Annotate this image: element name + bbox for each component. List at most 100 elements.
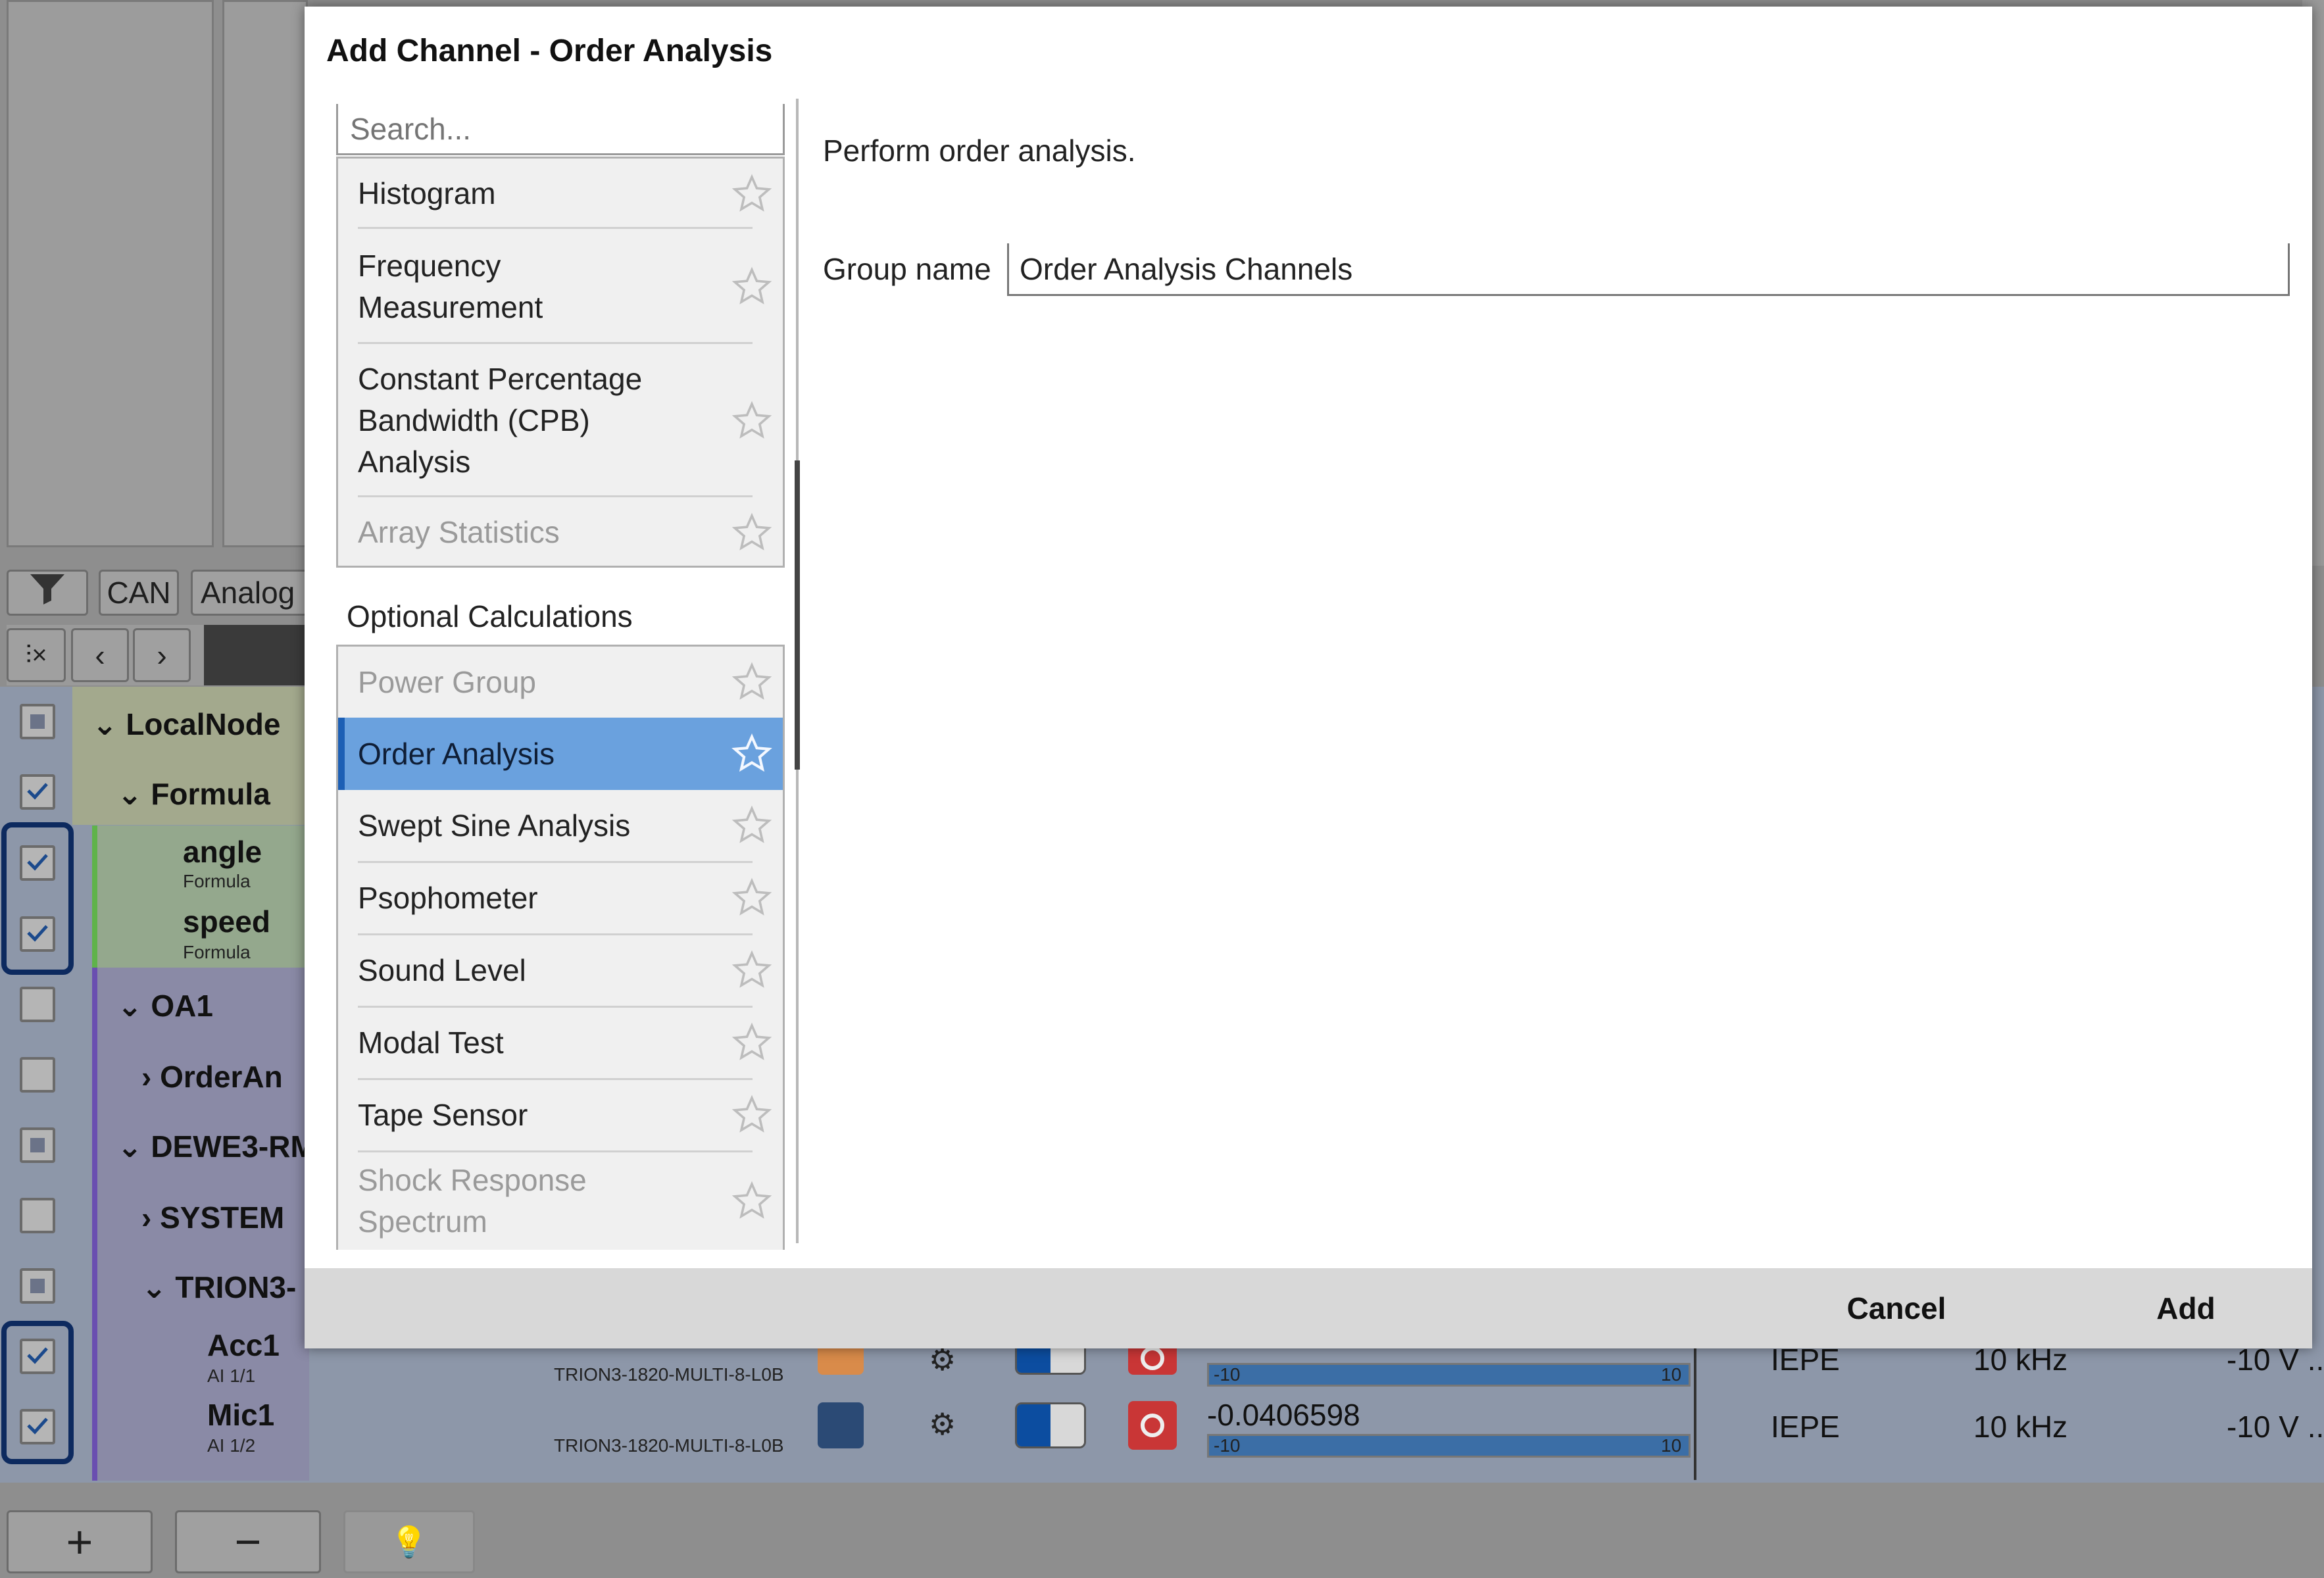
- next-button[interactable]: ›: [133, 628, 191, 682]
- tree-item-oa1[interactable]: ⌄ OA1: [117, 988, 213, 1023]
- mic1-level-bar: [1207, 1434, 1691, 1458]
- channel-name-mic1: Mic1: [207, 1398, 275, 1432]
- list-item-label: Shock Response Spectrum: [358, 1163, 587, 1239]
- checkbox-dewe3[interactable]: [20, 1127, 55, 1163]
- group-name-input[interactable]: [1007, 243, 2290, 296]
- chevron-down-icon: ⌄: [141, 1270, 176, 1304]
- list-item-label: Power Group: [358, 664, 537, 699]
- calculation-description: Perform order analysis.: [823, 134, 1136, 168]
- mic1-mode: IEPE: [1771, 1410, 1840, 1444]
- column-settings-button[interactable]: ⫶×: [7, 628, 66, 682]
- add-channel-button[interactable]: +: [7, 1510, 153, 1573]
- mic1-bar-min: -10: [1214, 1435, 1241, 1456]
- list-item-order-analysis[interactable]: Order Analysis: [338, 718, 783, 790]
- mic1-bar-max: 10: [1661, 1435, 1682, 1456]
- remove-channel-button[interactable]: −: [175, 1510, 321, 1573]
- list-item-label: Tape Sensor: [358, 1097, 528, 1132]
- list-item-label: Swept Sine Analysis: [358, 808, 631, 843]
- list-item-tape-sensor[interactable]: Tape Sensor: [338, 1079, 783, 1150]
- star-icon[interactable]: [731, 401, 772, 441]
- tree-label: SYSTEM: [160, 1200, 285, 1235]
- mic1-color-swatch[interactable]: [818, 1402, 864, 1448]
- tab-can[interactable]: CAN: [99, 570, 179, 616]
- minus-icon: −: [234, 1516, 262, 1567]
- chevron-left-icon: ‹: [95, 638, 105, 672]
- list-item-label: Frequency Measurement: [358, 248, 543, 324]
- filter-icon: [29, 573, 66, 613]
- list-item-sound-level[interactable]: Sound Level: [338, 935, 783, 1006]
- checkbox-orderan[interactable]: [20, 1057, 55, 1093]
- checkbox-localnode[interactable]: [20, 704, 55, 739]
- star-icon[interactable]: [731, 950, 772, 991]
- star-icon[interactable]: [731, 733, 772, 774]
- list-item-swept-sine-analysis[interactable]: Swept Sine Analysis: [338, 790, 783, 861]
- mic1-record-button[interactable]: [1128, 1401, 1177, 1450]
- mic1-used-toggle[interactable]: [1015, 1402, 1086, 1448]
- tab-analog[interactable]: Analog: [191, 570, 309, 616]
- chevron-right-icon: ›: [141, 1200, 161, 1235]
- star-icon[interactable]: [731, 877, 772, 918]
- mic1-device: TRION3-1820-MULTI-8-L0B: [554, 1435, 784, 1456]
- list-item-psophometer[interactable]: Psophometer: [338, 862, 783, 933]
- checkbox-system[interactable]: [20, 1198, 55, 1233]
- list-item-modal-test[interactable]: Modal Test: [338, 1007, 783, 1078]
- checkbox-formula[interactable]: [20, 774, 55, 810]
- chevron-down-icon: ⌄: [117, 777, 151, 811]
- chevron-down-icon: ⌄: [117, 1129, 151, 1164]
- tree-item-orderan[interactable]: › OrderAn: [141, 1059, 283, 1095]
- chevron-right-icon: ›: [157, 638, 167, 672]
- acc1-bar-max: 10: [1661, 1364, 1682, 1385]
- tree-item-trion[interactable]: ⌄ TRION3-: [141, 1270, 296, 1305]
- star-icon[interactable]: [731, 805, 772, 846]
- tree-item-formula[interactable]: ⌄ Formula: [117, 776, 270, 812]
- star-icon[interactable]: [731, 662, 772, 703]
- star-icon[interactable]: [731, 1095, 772, 1135]
- list-item-cpb-analysis[interactable]: Constant Percentage Bandwidth (CPB) Anal…: [338, 344, 783, 497]
- star-icon[interactable]: [731, 266, 772, 307]
- list-item-label: Histogram: [358, 176, 496, 210]
- chevron-down-icon: ⌄: [117, 989, 151, 1023]
- chevron-down-icon: ⌄: [92, 707, 126, 741]
- tree-label: OrderAn: [160, 1060, 283, 1094]
- star-icon[interactable]: [731, 1022, 772, 1063]
- list-scrollbar-thumb[interactable]: [795, 460, 800, 770]
- filter-button[interactable]: [7, 570, 88, 616]
- list-item-label: Constant Percentage Bandwidth (CPB) Anal…: [358, 362, 643, 479]
- tree-item-localnode[interactable]: ⌄ LocalNode: [92, 706, 280, 742]
- dialog-title: Add Channel - Order Analysis: [326, 34, 773, 68]
- add-button[interactable]: Add: [2081, 1280, 2291, 1337]
- channel-slot-mic1: AI 1/2: [207, 1435, 256, 1456]
- highlight-formula-channels: [1, 822, 74, 975]
- list-item-array-statistics[interactable]: Array Statistics: [338, 497, 783, 566]
- list-item-frequency-measurement[interactable]: Frequency Measurement: [338, 229, 783, 344]
- optional-calculation-list: Power Group Order Analysis Swept Sine An…: [336, 645, 785, 1250]
- identify-button[interactable]: 💡: [343, 1510, 475, 1573]
- tree-label: Formula: [151, 777, 270, 811]
- list-item-histogram[interactable]: Histogram: [338, 159, 783, 229]
- tree-label: LocalNode: [126, 707, 281, 741]
- checkbox-trion[interactable]: [20, 1268, 55, 1304]
- search-input[interactable]: [336, 104, 785, 155]
- highlight-analog-channels: [1, 1321, 74, 1464]
- tree-item-system[interactable]: › SYSTEM: [141, 1200, 284, 1235]
- section-label-optional-calculations: Optional Calculations: [347, 599, 633, 633]
- star-icon[interactable]: [731, 512, 772, 553]
- list-item-label: Psophometer: [358, 880, 538, 915]
- star-icon[interactable]: [731, 1181, 772, 1221]
- star-icon[interactable]: [731, 174, 772, 214]
- middle-panel: [222, 0, 308, 547]
- group-name-label: Group name: [823, 252, 991, 286]
- list-item-label: Order Analysis: [358, 736, 555, 771]
- tree-item-dewe3[interactable]: ⌄ DEWE3-RM: [117, 1129, 316, 1164]
- previous-button[interactable]: ‹: [71, 628, 129, 682]
- cancel-button[interactable]: Cancel: [1791, 1280, 2002, 1337]
- acc1-level-bar: [1207, 1363, 1691, 1387]
- mic1-rate: 10 kHz: [1973, 1410, 2068, 1444]
- list-item-shock-response-spectrum[interactable]: Shock Response Spectrum: [338, 1152, 783, 1250]
- acc1-device: TRION3-1820-MULTI-8-L0B: [554, 1364, 784, 1385]
- channel-name-angle: angle: [183, 835, 262, 869]
- list-item-label: Modal Test: [358, 1025, 504, 1060]
- mic1-gear-icon[interactable]: ⚙: [929, 1406, 956, 1442]
- list-item-power-group[interactable]: Power Group: [338, 647, 783, 718]
- checkbox-oa1[interactable]: [20, 987, 55, 1022]
